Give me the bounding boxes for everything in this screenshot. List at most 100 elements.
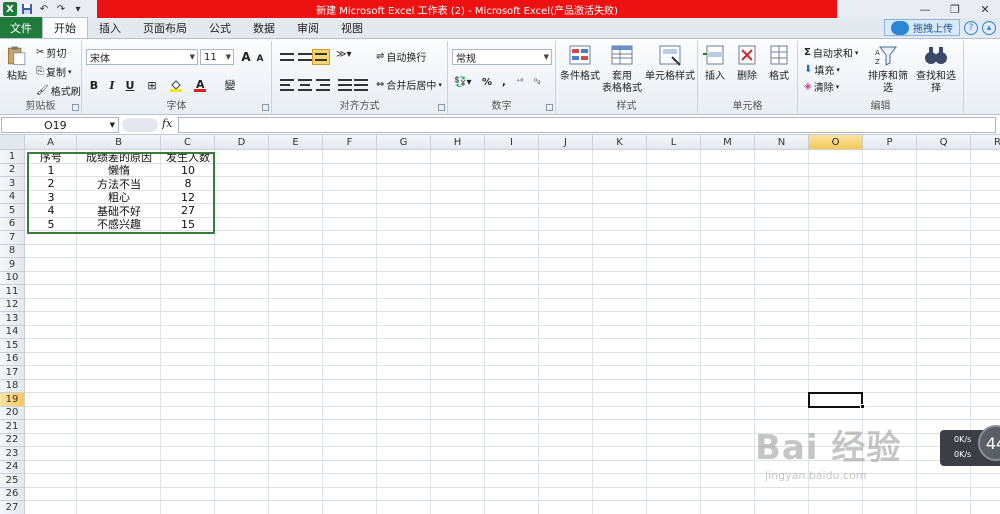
row-header-14[interactable]: 14	[0, 325, 25, 339]
increase-indent-icon[interactable]	[354, 79, 368, 91]
format-as-table-button[interactable]: 套用 表格格式	[602, 43, 642, 95]
row-header-24[interactable]: 24	[0, 460, 25, 474]
row-header-6[interactable]: 6	[0, 217, 25, 231]
active-cell[interactable]	[808, 392, 863, 408]
redo-icon[interactable]: ↷	[54, 2, 68, 16]
insert-function-button[interactable]: fx	[162, 117, 176, 133]
delete-cells-button[interactable]: 删除	[732, 43, 762, 83]
align-middle-icon[interactable]	[298, 53, 312, 61]
currency-icon[interactable]: 💱▾	[454, 77, 471, 88]
row-header-22[interactable]: 22	[0, 433, 25, 447]
cut-button[interactable]: ✂ 剪切	[36, 45, 66, 60]
font-launcher-icon[interactable]	[262, 104, 269, 111]
column-header-R[interactable]: R	[971, 135, 1000, 150]
align-top-icon[interactable]	[280, 53, 294, 61]
tab-file[interactable]: 文件	[0, 17, 42, 38]
decrease-decimal-icon[interactable]: ⁰₀	[534, 77, 540, 86]
tab-view[interactable]: 视图	[330, 18, 374, 38]
select-all-corner[interactable]	[0, 135, 25, 150]
column-header-I[interactable]: I	[485, 135, 539, 150]
row-header-23[interactable]: 23	[0, 447, 25, 461]
number-format-select[interactable]: 常规 ▼	[452, 49, 552, 65]
minimize-button[interactable]: —	[910, 0, 940, 18]
row-header-8[interactable]: 8	[0, 244, 25, 258]
cell-styles-button[interactable]: 单元格样式	[644, 43, 696, 83]
merge-center-button[interactable]: ⇔ 合并后居中 ▾	[376, 77, 442, 92]
column-header-M[interactable]: M	[701, 135, 755, 150]
row-header-11[interactable]: 11	[0, 285, 25, 299]
row-header-25[interactable]: 25	[0, 474, 25, 488]
format-painter-button[interactable]: 🖌 格式刷	[36, 83, 81, 98]
customize-qat-icon[interactable]: ▾	[71, 2, 85, 16]
paste-button[interactable]: 粘贴	[4, 43, 30, 83]
column-header-F[interactable]: F	[323, 135, 377, 150]
row-header-15[interactable]: 15	[0, 339, 25, 353]
conditional-format-button[interactable]: 条件格式	[558, 43, 602, 83]
align-left-icon[interactable]	[280, 79, 294, 91]
italic-button[interactable]: I	[104, 77, 120, 93]
align-bottom-icon[interactable]	[312, 49, 330, 65]
column-header-L[interactable]: L	[647, 135, 701, 150]
row-header-5[interactable]: 5	[0, 204, 25, 218]
name-box[interactable]: O19 ▼	[1, 117, 119, 133]
clear-button[interactable]: ◈ 清除 ▾	[804, 79, 839, 94]
help-icon[interactable]: ?	[964, 20, 978, 35]
tab-data[interactable]: 数据	[242, 18, 286, 38]
formula-bar-splitter[interactable]	[122, 118, 158, 132]
font-name-select[interactable]: 宋体 ▼	[86, 49, 198, 65]
close-button[interactable]: ✕	[970, 0, 1000, 18]
align-center-icon[interactable]	[298, 79, 312, 91]
column-header-G[interactable]: G	[377, 135, 431, 150]
wrap-text-button[interactable]: ⇌ 自动换行	[376, 49, 426, 64]
border-icon[interactable]: ⊞	[144, 77, 160, 93]
font-color-icon[interactable]: A	[192, 77, 208, 93]
fill-button[interactable]: ⬇ 填充 ▾	[804, 62, 840, 77]
increase-decimal-icon[interactable]: ⁺⁰	[516, 77, 523, 86]
column-header-E[interactable]: E	[269, 135, 323, 150]
column-header-K[interactable]: K	[593, 135, 647, 150]
number-launcher-icon[interactable]	[546, 104, 553, 111]
column-header-P[interactable]: P	[863, 135, 917, 150]
column-header-D[interactable]: D	[215, 135, 269, 150]
decrease-indent-icon[interactable]	[338, 79, 352, 91]
row-header-1[interactable]: 1	[0, 150, 25, 164]
phonetic-button[interactable]: 變	[222, 77, 238, 93]
row-header-13[interactable]: 13	[0, 312, 25, 326]
row-header-12[interactable]: 12	[0, 298, 25, 312]
row-header-7[interactable]: 7	[0, 231, 25, 245]
row-header-4[interactable]: 4	[0, 190, 25, 204]
insert-cells-button[interactable]: 插入	[700, 43, 730, 83]
formula-input[interactable]	[178, 117, 996, 133]
underline-button[interactable]: U	[122, 77, 138, 93]
shrink-font-button[interactable]: A	[252, 51, 268, 67]
column-header-Q[interactable]: Q	[917, 135, 971, 150]
row-header-3[interactable]: 3	[0, 177, 25, 191]
copy-button[interactable]: ⎘ 复制 ▾	[36, 64, 72, 79]
row-header-18[interactable]: 18	[0, 379, 25, 393]
upload-button[interactable]: 拖拽上传	[884, 19, 960, 36]
row-header-21[interactable]: 21	[0, 420, 25, 434]
row-header-16[interactable]: 16	[0, 352, 25, 366]
tab-insert[interactable]: 插入	[88, 18, 132, 38]
autosum-button[interactable]: Σ 自动求和 ▾	[804, 45, 858, 60]
bold-button[interactable]: B	[86, 77, 102, 93]
format-cells-button[interactable]: 格式	[764, 43, 794, 83]
fill-handle[interactable]	[860, 403, 865, 409]
row-header-2[interactable]: 2	[0, 163, 25, 177]
tab-page-layout[interactable]: 页面布局	[132, 18, 198, 38]
row-header-9[interactable]: 9	[0, 258, 25, 272]
column-header-H[interactable]: H	[431, 135, 485, 150]
column-header-N[interactable]: N	[755, 135, 809, 150]
comma-button[interactable]: ,	[502, 77, 506, 88]
column-header-O[interactable]: O	[809, 135, 863, 150]
row-header-19[interactable]: 19	[0, 393, 25, 407]
tab-formulas[interactable]: 公式	[198, 18, 242, 38]
restore-button[interactable]: ❐	[940, 0, 970, 18]
alignment-launcher-icon[interactable]	[438, 104, 445, 111]
undo-icon[interactable]: ↶	[37, 2, 51, 16]
orientation-icon[interactable]: ≫▾	[336, 49, 352, 60]
percent-button[interactable]: %	[482, 77, 492, 88]
tab-home[interactable]: 开始	[42, 17, 88, 38]
row-header-26[interactable]: 26	[0, 487, 25, 501]
font-size-select[interactable]: 11 ▼	[200, 49, 234, 65]
